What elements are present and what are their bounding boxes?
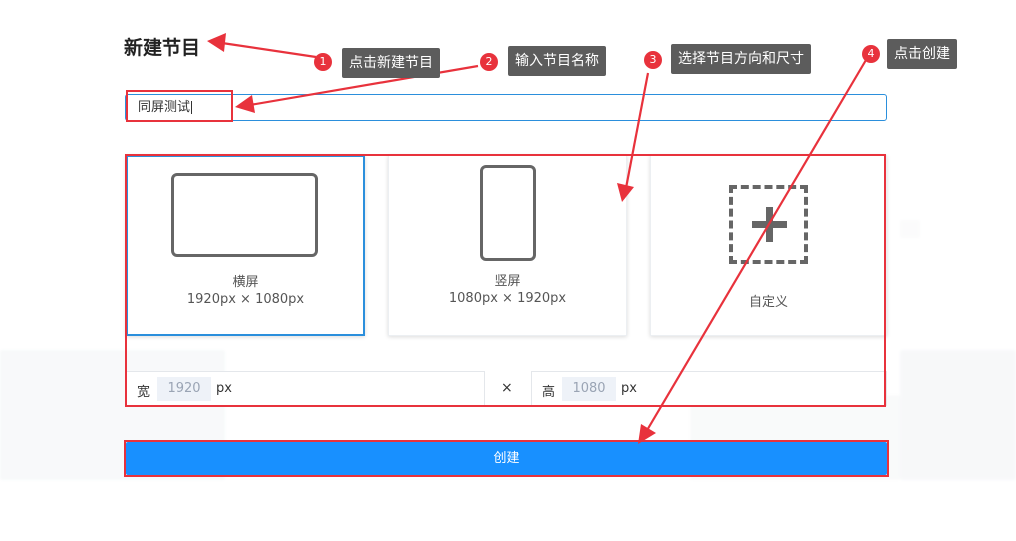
step-3-badge: 3: [644, 51, 662, 69]
step-3-tip: 选择节目方向和尺寸: [671, 44, 811, 74]
step-4-tip: 点击创建: [887, 39, 957, 69]
step-4-badge: 4: [862, 45, 880, 63]
step-2-tip: 输入节目名称: [508, 46, 606, 76]
step-1-badge: 1: [314, 53, 332, 71]
step-2-badge: 2: [480, 53, 498, 71]
step-1-tip: 点击新建节目: [342, 48, 440, 78]
annotation-arrows: [207, 33, 867, 444]
